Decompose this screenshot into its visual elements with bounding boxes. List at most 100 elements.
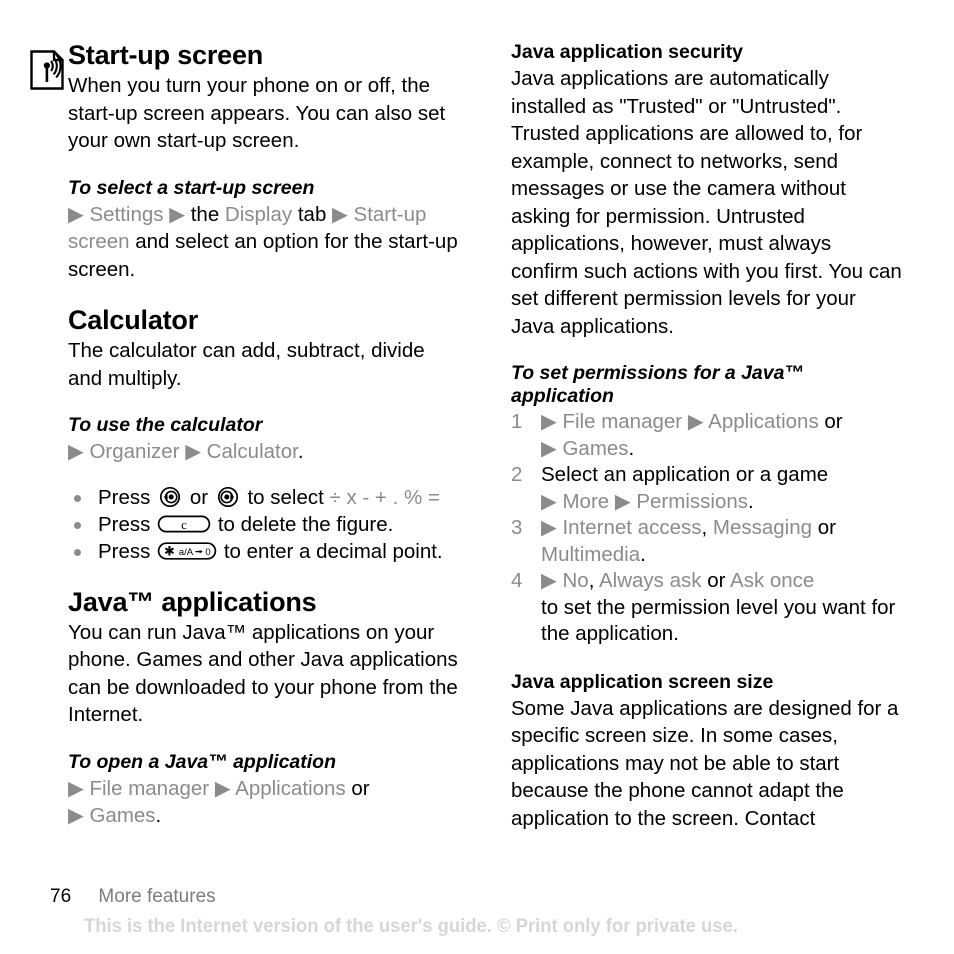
bullet-between-text: or [189, 485, 209, 509]
plain-text: . [155, 804, 162, 827]
plain-text: tab [297, 202, 327, 226]
bullet-tail-text: to delete the figure. [217, 512, 394, 536]
menu-name: Games [562, 436, 629, 460]
navigation-key-left-icon [157, 486, 183, 508]
step-content: ▶ File manager ▶ Applications or ▶ Games. [541, 409, 903, 462]
java-applications-body: You can run Java™ applications on your p… [68, 620, 458, 727]
menu-name: No [562, 569, 589, 592]
list-item: 4 ▶ No, Always ask or Ask once to set the… [511, 568, 903, 648]
plain-text: or [824, 410, 843, 433]
plain-text: , [701, 516, 708, 539]
menu-name: File manager [89, 776, 210, 800]
menu-name: Multimedia [541, 542, 641, 566]
step-content: ▶ Internet access, Messaging or Multimedi… [541, 515, 903, 568]
calculator-key-bullets: Press or to select ÷ x - + . % = Press c… [68, 484, 458, 565]
left-column: Start-up screen When you turn your phone… [68, 40, 458, 830]
arrow-icon: ▶ [214, 776, 231, 800]
plain-text: . [748, 489, 754, 513]
list-item: 1 ▶ File manager ▶ Applications or ▶ Game… [511, 409, 903, 462]
arrow-icon: ▶ [541, 410, 557, 433]
page-footer: 76 More features This is the Internet ve… [0, 874, 954, 954]
menu-name: Internet access [562, 516, 702, 539]
footer-page-info: 76 More features [50, 886, 216, 908]
java-application-screen-size-body: Some Java applications are designed for … [511, 696, 899, 830]
procedure-title-use-calculator: To use the calculator [68, 414, 263, 436]
menu-name: Display [224, 202, 293, 226]
menu-name: Ask once [730, 569, 815, 592]
arrow-icon: ▶ [541, 516, 557, 539]
menu-name: Messaging [712, 516, 813, 539]
procedure-steps-open-java-application: ▶ File manager ▶ Applications or ▶ Games. [68, 775, 458, 830]
arrow-icon: ▶ [68, 440, 84, 463]
plain-text: . [640, 542, 646, 566]
plain-text: to set the permission level you want for… [541, 595, 896, 646]
chapter-name: More features [98, 886, 216, 907]
menu-name: Applications [708, 410, 819, 433]
svg-text:0: 0 [205, 547, 210, 558]
footer-disclaimer: This is the Internet version of the user… [84, 916, 738, 937]
page-title-startup-screen: Start-up screen [68, 40, 264, 70]
procedure-title-select-startup-screen: To select a start-up screen [68, 176, 315, 199]
menu-name: Permissions [636, 489, 748, 513]
right-column: Java application security Java applicati… [511, 40, 903, 832]
plain-text: Select an application or a game [541, 463, 829, 486]
arrow-icon: ▶ [169, 202, 186, 226]
procedure-title-open-java-application: To open a Java™ application [68, 750, 337, 773]
menu-name: File manager [562, 410, 683, 433]
calculator-operator-symbols: ÷ x - + . % = [329, 485, 440, 509]
step-content: Select an application or a game ▶ More ▶ … [541, 462, 903, 515]
manual-page: Start-up screen When you turn your phone… [0, 0, 954, 954]
arrow-icon: ▶ [541, 436, 557, 460]
menu-name: Applications [235, 776, 346, 800]
procedure-title-set-permissions: To set permissions for a Java™ applicati… [511, 362, 804, 407]
plain-text: . [297, 440, 304, 463]
bullet-lead-text: Press [98, 539, 151, 563]
broadcast-document-icon [30, 50, 64, 90]
menu-name: Games [89, 804, 156, 827]
menu-name: Calculator [206, 440, 298, 463]
star-key-a-A-0-icon: ✱ a/A 0 [157, 540, 217, 562]
set-permissions-steps: 1 ▶ File manager ▶ Applications or ▶ Game… [511, 409, 903, 648]
svg-text:✱: ✱ [164, 543, 175, 558]
bullet-lead-text: Press [98, 485, 151, 509]
bullet-lead-text: Press [98, 512, 151, 536]
java-application-security-body: Java applications are automatically inst… [511, 67, 902, 338]
list-item: Press c to delete the figure. [68, 511, 458, 538]
arrow-icon: ▶ [332, 202, 348, 226]
procedure-steps-select-startup-screen: ▶ Settings ▶ the Display tab ▶ Start-up … [68, 201, 458, 284]
clear-key-c-icon: c [157, 513, 211, 535]
menu-name: More [562, 489, 610, 513]
svg-text:a/A: a/A [179, 547, 194, 558]
plain-text: . [628, 436, 635, 460]
page-number: 76 [50, 886, 72, 907]
svg-text:c: c [181, 517, 187, 532]
list-item: 3 ▶ Internet access, Messaging or Multime… [511, 515, 903, 568]
arrow-icon: ▶ [68, 202, 84, 226]
startup-screen-body: When you turn your phone on or off, the … [68, 74, 446, 152]
list-item: 2 Select an application or a game ▶ More … [511, 462, 903, 515]
procedure-steps-use-calculator: ▶ Organizer ▶ Calculator. [68, 438, 458, 466]
step-number: 2 [511, 463, 523, 486]
arrow-icon: ▶ [614, 489, 631, 513]
list-item: Press or to select ÷ x - + . % = [68, 484, 458, 511]
section-title-calculator: Calculator [68, 305, 199, 335]
plain-text: the [190, 202, 220, 226]
arrow-icon: ▶ [68, 804, 84, 827]
plain-text: or [707, 569, 726, 592]
menu-name: Organizer [89, 440, 180, 463]
plain-text: or [817, 516, 836, 539]
calculator-body: The calculator can add, subtract, divide… [68, 339, 425, 390]
arrow-icon: ▶ [541, 569, 557, 592]
list-item: Press ✱ a/A 0 to enter a decimal point. [68, 538, 458, 565]
step-number: 3 [511, 516, 523, 539]
arrow-icon: ▶ [185, 440, 201, 463]
plain-text: or [351, 776, 370, 800]
step-number: 1 [511, 410, 523, 433]
arrow-icon: ▶ [541, 489, 557, 513]
subsection-title-java-application-screen-size: Java application screen size [511, 670, 774, 693]
menu-name: Always ask [598, 569, 702, 592]
subsection-title-java-application-security: Java application security [511, 41, 743, 63]
section-title-java-applications: Java™ applications [68, 586, 317, 617]
step-content: ▶ No, Always ask or Ask once to set the p… [541, 568, 903, 648]
menu-name: Settings [89, 202, 164, 226]
